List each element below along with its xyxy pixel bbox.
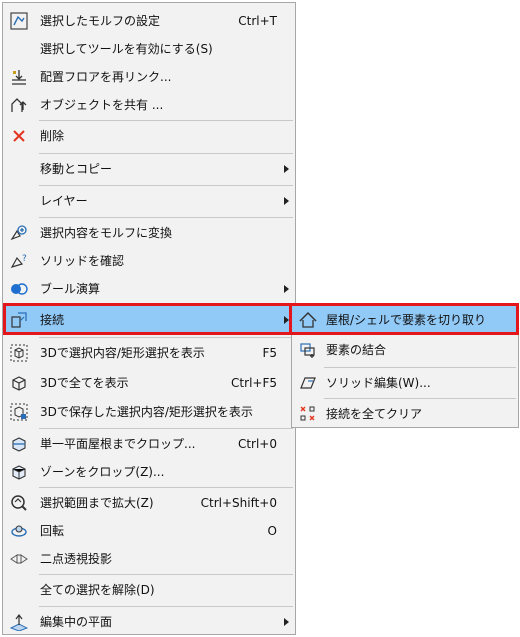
menu-item-label: 3Dで全てを表示 bbox=[40, 376, 129, 390]
3d-selection-icon bbox=[9, 344, 29, 362]
submenu-arrow-icon bbox=[284, 285, 289, 293]
menu-item-label: オブジェクトを共有 ... bbox=[40, 98, 164, 112]
menu-item-deselect-all[interactable]: 全ての選択を解除(D) bbox=[3, 576, 295, 604]
merge-elements-icon bbox=[298, 341, 318, 359]
submenu-arrow-icon bbox=[284, 165, 289, 173]
menu-item-label: 3Dで選択内容/矩形選択を表示 bbox=[40, 346, 205, 360]
menu-item-connect[interactable]: 接続 bbox=[3, 306, 295, 334]
solid-edit-icon bbox=[298, 374, 318, 392]
boolean-icon bbox=[9, 280, 29, 298]
crop-roof-icon bbox=[9, 435, 29, 453]
menu-item-move-copy[interactable]: 移動とコピー bbox=[3, 155, 295, 183]
menu-separator bbox=[39, 337, 293, 338]
shortcut-text: Ctrl+Shift+0 bbox=[200, 496, 277, 510]
menu-item-label: 3Dで保存した選択内容/矩形選択を表示 bbox=[40, 405, 253, 419]
menu-item-morph-settings[interactable]: 選択したモルフの設定 Ctrl+T bbox=[3, 7, 295, 35]
menu-item-share-object[interactable]: オブジェクトを共有 ... bbox=[3, 91, 295, 119]
menu-item-rotate[interactable]: 回転 O bbox=[3, 517, 295, 545]
menu-item-3d-selection[interactable]: 3Dで選択内容/矩形選択を表示 F5 bbox=[3, 339, 295, 367]
menu-item-activate-tool[interactable]: 選択してツールを有効にする(S) bbox=[3, 35, 295, 63]
shortcut-text: Ctrl+0 bbox=[237, 437, 277, 451]
zoom-selection-icon bbox=[9, 494, 29, 512]
menu-separator bbox=[39, 153, 293, 154]
menu-item-delete[interactable]: 削除 bbox=[3, 122, 295, 150]
menu-item-label: レイヤー bbox=[40, 194, 88, 208]
submenu-item-clear-connections[interactable]: 接続を全てクリア bbox=[292, 400, 518, 428]
menu-separator bbox=[39, 185, 293, 186]
menu-item-boolean[interactable]: ブール演算 bbox=[3, 275, 295, 303]
menu-item-layer[interactable]: レイヤー bbox=[3, 187, 295, 215]
delete-icon bbox=[9, 127, 29, 145]
menu-item-label: 全ての選択を解除(D) bbox=[40, 583, 155, 597]
menu-item-label: 選択したモルフの設定 bbox=[40, 14, 161, 28]
menu-item-editing-plane[interactable]: 編集中の平面 bbox=[3, 608, 295, 636]
shortcut-text: O bbox=[267, 524, 277, 538]
shortcut-text: Ctrl+F5 bbox=[231, 376, 277, 390]
menu-separator bbox=[39, 574, 293, 575]
submenu-separator bbox=[324, 398, 516, 399]
svg-text:?: ? bbox=[22, 254, 27, 264]
menu-item-relink-floor[interactable]: 配置フロアを再リンク... bbox=[3, 63, 295, 91]
menu-item-label: 配置フロアを再リンク... bbox=[40, 70, 172, 84]
menu-item-label: 編集中の平面 bbox=[40, 615, 113, 629]
morph-settings-icon bbox=[9, 12, 29, 30]
menu-item-label: 選択内容をモルフに変換 bbox=[40, 226, 173, 240]
menu-item-crop-zone[interactable]: ゾーンをクロップ(Z)... bbox=[3, 458, 295, 486]
submenu-separator bbox=[324, 367, 516, 368]
submenu-item-trim-roof-shell[interactable]: 屋根/シェルで要素を切り取り bbox=[292, 306, 518, 334]
convert-morph-icon bbox=[9, 224, 29, 242]
menu-separator bbox=[39, 304, 293, 305]
menu-item-label: 選択してツールを有効にする(S) bbox=[40, 42, 213, 56]
submenu-item-label: 要素の結合 bbox=[326, 343, 387, 357]
submenu-item-label: 接続を全てクリア bbox=[326, 407, 423, 421]
menu-item-label: 移動とコピー bbox=[40, 162, 113, 176]
share-object-icon bbox=[9, 96, 29, 114]
menu-item-3d-all[interactable]: 3Dで全てを表示 Ctrl+F5 bbox=[3, 369, 295, 397]
menu-item-check-solid[interactable]: ? ソリッドを確認 bbox=[3, 247, 295, 275]
menu-item-convert-morph[interactable]: 選択内容をモルフに変換 bbox=[3, 219, 295, 247]
menu-separator bbox=[39, 487, 293, 488]
menu-item-zoom-selection[interactable]: 選択範囲まで拡大(Z) Ctrl+Shift+0 bbox=[3, 489, 295, 517]
submenu-item-merge-elements[interactable]: 要素の結合 bbox=[292, 336, 518, 364]
menu-item-label: 回転 bbox=[40, 524, 65, 538]
clear-connections-icon bbox=[298, 405, 318, 423]
menu-item-label: 接続 bbox=[40, 313, 65, 327]
submenu-item-solid-edit[interactable]: ソリッド編集(W)... bbox=[292, 369, 518, 397]
submenu-arrow-icon bbox=[284, 316, 289, 324]
submenu-item-label: 屋根/シェルで要素を切り取り bbox=[326, 313, 487, 327]
menu-separator bbox=[39, 428, 293, 429]
3d-saved-selection-icon bbox=[9, 403, 29, 421]
shortcut-text: Ctrl+T bbox=[238, 14, 277, 28]
check-solid-icon: ? bbox=[9, 252, 29, 270]
menu-item-label: ブール演算 bbox=[40, 282, 101, 296]
two-point-perspective-icon bbox=[9, 550, 29, 568]
connect-submenu: 屋根/シェルで要素を切り取り 要素の結合 ソリッド編集(W)... 接続を全てク… bbox=[291, 303, 519, 428]
menu-item-label: 選択範囲まで拡大(Z) bbox=[40, 496, 154, 510]
rotate-icon bbox=[9, 522, 29, 540]
menu-item-3d-saved-selection[interactable]: 3Dで保存した選択内容/矩形選択を表示 bbox=[3, 398, 295, 426]
menu-separator bbox=[39, 217, 293, 218]
menu-item-label: 削除 bbox=[40, 129, 65, 143]
menu-item-label: ソリッドを確認 bbox=[40, 254, 125, 268]
relink-floor-icon bbox=[9, 68, 29, 86]
crop-zone-icon bbox=[9, 463, 29, 481]
submenu-item-label: ソリッド編集(W)... bbox=[326, 376, 431, 390]
menu-item-two-point-perspective[interactable]: 二点透視投影 bbox=[3, 545, 295, 573]
editing-plane-icon bbox=[9, 613, 29, 631]
submenu-arrow-icon bbox=[284, 618, 289, 626]
menu-item-label: 二点透視投影 bbox=[40, 552, 113, 566]
menu-item-crop-roof[interactable]: 単一平面屋根までクロップ... Ctrl+0 bbox=[3, 430, 295, 458]
context-menu: 選択したモルフの設定 Ctrl+T 選択してツールを有効にする(S) 配置フロア… bbox=[2, 2, 296, 635]
submenu-arrow-icon bbox=[284, 197, 289, 205]
menu-separator bbox=[39, 120, 293, 121]
shortcut-text: F5 bbox=[262, 346, 277, 360]
trim-roof-shell-icon bbox=[298, 311, 318, 329]
menu-item-label: 単一平面屋根までクロップ... bbox=[40, 437, 196, 451]
3d-all-icon bbox=[9, 374, 29, 392]
connect-icon bbox=[9, 311, 29, 329]
menu-item-label: ゾーンをクロップ(Z)... bbox=[40, 465, 165, 479]
menu-separator bbox=[39, 606, 293, 607]
